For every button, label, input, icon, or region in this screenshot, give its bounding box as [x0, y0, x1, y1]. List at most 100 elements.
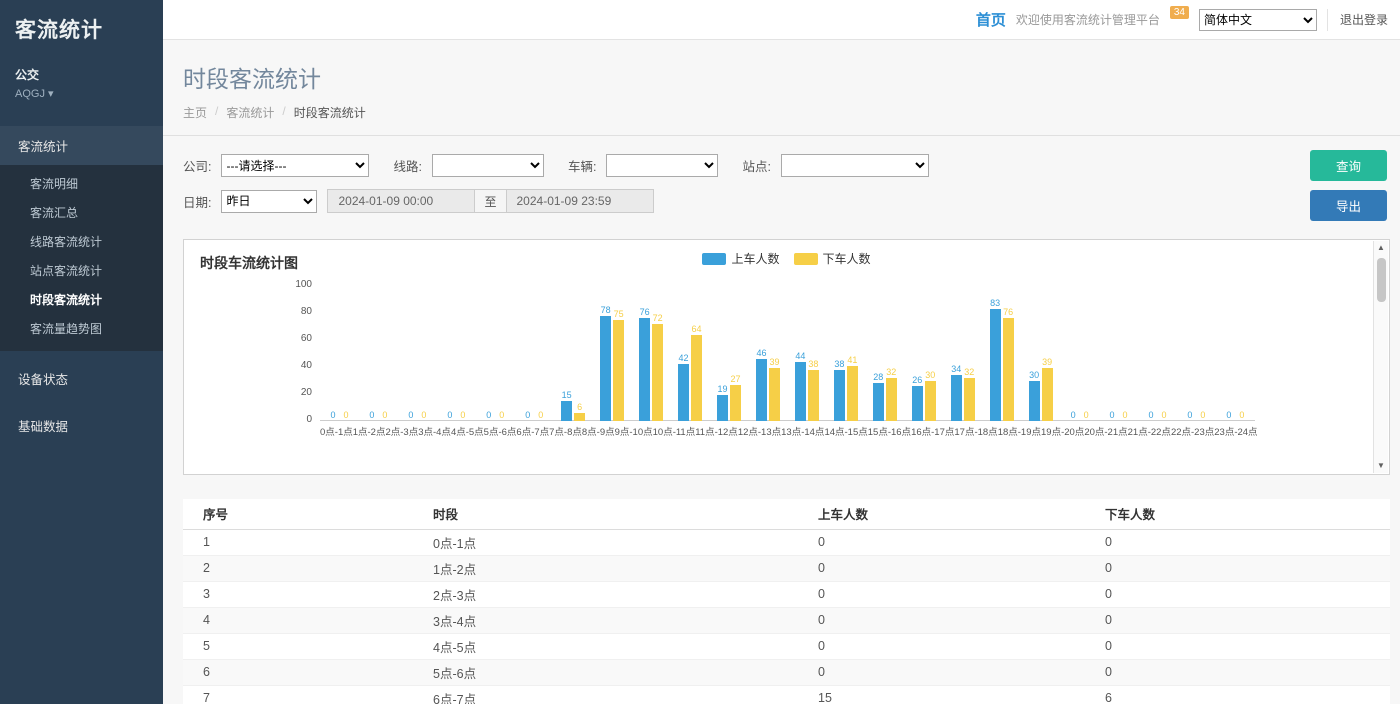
y-tick-label: 40 [278, 360, 312, 371]
legend-label: 上车人数 [731, 250, 779, 267]
x-axis-label: 13点-14点 [781, 424, 824, 438]
breadcrumb-home[interactable]: 主页 [183, 104, 207, 121]
bar-value-label: 38 [808, 359, 818, 369]
bar [600, 316, 611, 421]
date-end-input[interactable] [506, 189, 654, 213]
line-select[interactable] [432, 154, 544, 177]
sidebar-item-客流明细[interactable]: 客流明细 [0, 169, 163, 198]
bar-group: 7875 [593, 286, 632, 421]
date-preset-select[interactable]: 昨日 [221, 190, 317, 213]
sidebar-item-站点客流统计[interactable]: 站点客流统计 [0, 256, 163, 285]
legend-item[interactable]: 上车人数 [702, 250, 779, 267]
sidebar-item-客流汇总[interactable]: 客流汇总 [0, 198, 163, 227]
date-range-group: 至 [327, 189, 653, 213]
bar [769, 368, 780, 421]
page-content: 时段客流统计 主页 / 客流统计 / 时段客流统计 公司: ---请选择--- … [163, 40, 1400, 704]
bar-value-label: 0 [460, 410, 465, 420]
sidebar-item-时段客流统计[interactable]: 时段客流统计 [0, 285, 163, 314]
org-selector[interactable]: AQGJ ▾ [15, 87, 148, 100]
x-axis-label: 18点-19点 [998, 424, 1041, 438]
bar [808, 370, 819, 421]
welcome-text: 欢迎使用客流统计管理平台 [1016, 11, 1160, 28]
column-header: 上车人数 [818, 499, 1105, 529]
x-axis-label: 14点-15点 [824, 424, 867, 438]
table-cell: 0 [1105, 581, 1390, 607]
bar-value-label: 27 [730, 374, 740, 384]
bar-value-label: 0 [1084, 410, 1089, 420]
chart-scrollbar[interactable]: ▲ ▼ [1373, 241, 1388, 473]
x-axis-label: 17点-18点 [954, 424, 997, 438]
bar-group: 00 [1060, 286, 1099, 421]
bar [717, 395, 728, 421]
language-select[interactable]: 简体中文 [1199, 9, 1317, 31]
bar-value-label: 15 [562, 390, 572, 400]
y-tick-label: 80 [278, 306, 312, 317]
sidebar-item-客流量趋势图[interactable]: 客流量趋势图 [0, 314, 163, 343]
data-table-panel: 序号时段上车人数下车人数 10点-1点0021点-2点0032点-3点0043点… [183, 499, 1390, 704]
bar-group: 4639 [748, 286, 787, 421]
company-select[interactable]: ---请选择--- [221, 154, 369, 177]
scrollbar-thumb[interactable] [1377, 258, 1386, 302]
bar [691, 335, 702, 421]
logout-link[interactable]: 退出登录 [1327, 9, 1388, 31]
bar-group: 156 [554, 286, 593, 421]
table-cell: 0 [818, 529, 1105, 555]
x-axis-label: 11点-12点 [695, 424, 738, 438]
bar-value-label: 0 [1123, 410, 1128, 420]
bar [847, 366, 858, 421]
sidebar-section-device-status[interactable]: 设备状态 [0, 359, 163, 398]
bar-group: 00 [320, 286, 359, 421]
app-title: 客流统计 [15, 14, 148, 44]
bar [873, 383, 884, 421]
legend-swatch-icon [702, 253, 726, 265]
bar-value-label: 46 [756, 348, 766, 358]
table-cell: 6点-7点 [433, 685, 818, 704]
breadcrumb: 主页 / 客流统计 / 时段客流统计 [183, 104, 1380, 121]
line-label: 线路: [393, 156, 421, 175]
sidebar-item-线路客流统计[interactable]: 线路客流统计 [0, 227, 163, 256]
bar [1029, 381, 1040, 422]
table-cell: 0 [818, 555, 1105, 581]
station-select[interactable] [781, 154, 929, 177]
notification-badge[interactable]: 34 [1170, 6, 1189, 19]
data-table: 序号时段上车人数下车人数 10点-1点0021点-2点0032点-3点0043点… [183, 499, 1390, 704]
sidebar-section-base-data[interactable]: 基础数据 [0, 406, 163, 445]
chart-plot: 0000000000001567875767242641927463944383… [320, 286, 1255, 421]
bar-value-label: 39 [769, 357, 779, 367]
filter-row-2: 日期: 昨日 至 [183, 189, 1380, 213]
scroll-up-icon[interactable]: ▲ [1377, 241, 1385, 255]
table-body: 10点-1点0021点-2点0032点-3点0043点-4点0054点-5点00… [183, 529, 1390, 704]
bar-value-label: 0 [1148, 410, 1153, 420]
bar-value-label: 0 [408, 410, 413, 420]
bar-value-label: 76 [1003, 307, 1013, 317]
bar-value-label: 26 [912, 375, 922, 385]
breadcrumb-passenger-stats[interactable]: 客流统计 [226, 104, 274, 121]
bar-group: 00 [1216, 286, 1255, 421]
x-axis-label: 21点-22点 [1128, 424, 1171, 438]
bar-value-label: 75 [614, 309, 624, 319]
bar-value-label: 0 [1161, 410, 1166, 420]
bar-value-label: 76 [640, 307, 650, 317]
x-axis: 0点-1点1点-2点2点-3点3点-4点4点-5点5点-6点6点-7点7点-8点… [320, 424, 1255, 438]
table-cell: 2点-3点 [433, 581, 818, 607]
table-cell: 6 [183, 659, 433, 685]
query-button[interactable]: 查询 [1310, 150, 1387, 181]
bar-value-label: 44 [795, 351, 805, 361]
bar-group: 7672 [632, 286, 671, 421]
x-axis-label: 20点-21点 [1084, 424, 1127, 438]
chart-legend: 上车人数下车人数 [184, 250, 1389, 267]
table-cell: 5 [183, 633, 433, 659]
legend-item[interactable]: 下车人数 [794, 250, 871, 267]
table-cell: 0 [818, 633, 1105, 659]
export-button[interactable]: 导出 [1310, 190, 1387, 221]
bar-value-label: 32 [886, 367, 896, 377]
bar [1042, 368, 1053, 421]
scroll-down-icon[interactable]: ▼ [1377, 459, 1385, 473]
sidebar-section-passenger-stats[interactable]: 客流统计 [0, 126, 163, 165]
table-cell: 5点-6点 [433, 659, 818, 685]
table-cell: 0 [818, 607, 1105, 633]
date-start-input[interactable] [327, 189, 475, 213]
home-link[interactable]: 首页 [976, 9, 1006, 30]
vehicle-select[interactable] [606, 154, 718, 177]
org-block: 公交 AQGJ ▾ [0, 66, 163, 100]
